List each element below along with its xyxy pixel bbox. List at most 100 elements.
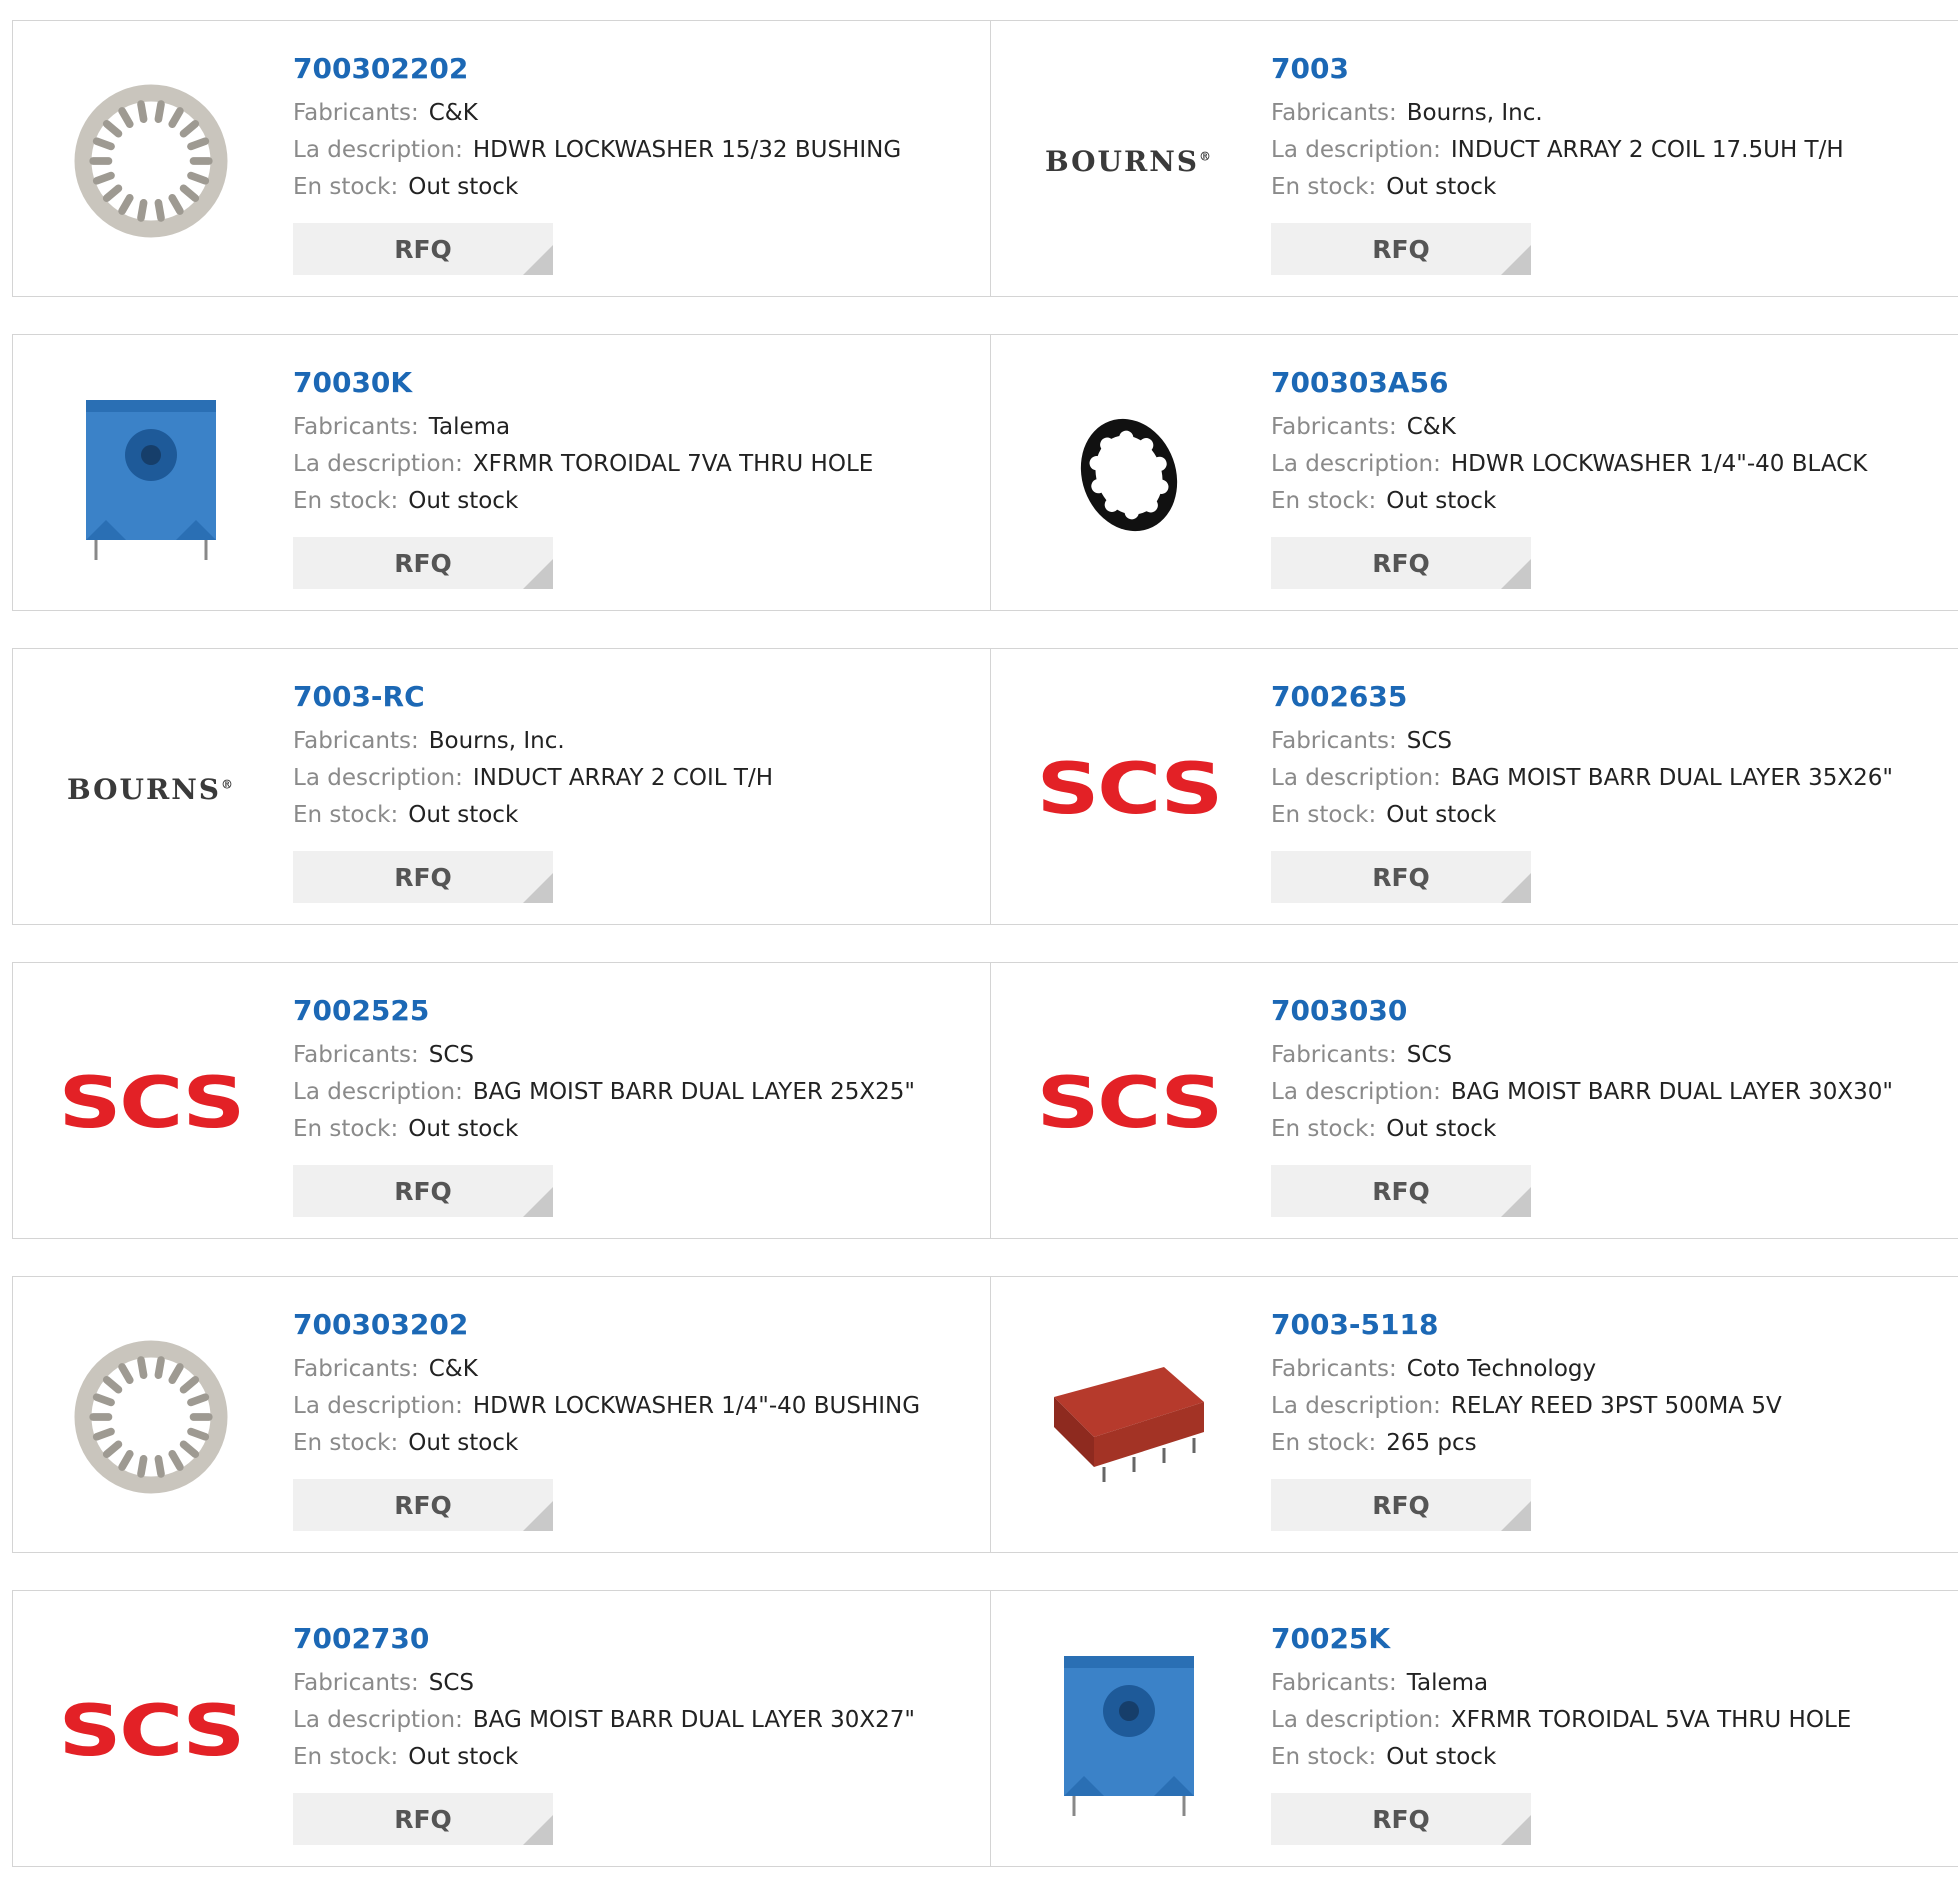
stock-value: Out stock — [408, 488, 519, 514]
rfq-button[interactable]: RFQ — [1271, 1479, 1531, 1531]
product-info: 70030K Fabricants: Talema La description:… — [293, 365, 980, 520]
manufacturer-label: Fabricants: — [293, 1356, 419, 1382]
part-number-link[interactable]: 7002730 — [293, 1621, 980, 1657]
rfq-button[interactable]: RFQ — [1271, 1793, 1531, 1845]
part-number-link[interactable]: 7002635 — [1271, 679, 1948, 715]
description-value: BAG MOIST BARR DUAL LAYER 30X27" — [472, 1707, 916, 1733]
stock-row: En stock: Out stock — [1271, 797, 1948, 834]
part-number-link[interactable]: 70030K — [293, 365, 980, 401]
scs-logo[interactable]: SCS — [1029, 1003, 1229, 1203]
description-label: La description: — [293, 1707, 463, 1733]
relay-red-icon[interactable] — [1029, 1317, 1229, 1517]
manufacturer-label: Fabricants: — [1271, 1042, 1397, 1068]
corner-triangle — [1501, 873, 1531, 903]
rfq-button[interactable]: RFQ — [1271, 851, 1531, 903]
bourns-logo[interactable]: BOURNS® — [1029, 61, 1229, 261]
part-number-link[interactable]: 70025K — [1271, 1621, 1948, 1657]
description-row: La description: BAG MOIST BARR DUAL LAYER… — [1271, 1074, 1948, 1111]
stock-label: En stock: — [1271, 1116, 1377, 1142]
description-label: La description: — [1271, 451, 1441, 477]
part-number-link[interactable]: 700302202 — [293, 51, 980, 87]
description-value: RELAY REED 3PST 500MA 5V — [1450, 1393, 1782, 1419]
manufacturer-row: Fabricants: SCS — [293, 1665, 980, 1702]
rfq-button[interactable]: RFQ — [293, 851, 553, 903]
stock-label: En stock: — [293, 1116, 399, 1142]
product-info: 7003030 Fabricants: SCS La description: BA… — [1271, 993, 1948, 1148]
rfq-button[interactable]: RFQ — [293, 1479, 553, 1531]
product-info: 700303202 Fabricants: C&K La description:… — [293, 1307, 980, 1462]
stock-label: En stock: — [293, 1744, 399, 1770]
manufacturer-label: Fabricants: — [1271, 100, 1397, 126]
product-card: SCS 7002525 Fabricants: SCS La descriptio… — [12, 963, 990, 1238]
manufacturer-row: Fabricants: Coto Technology — [1271, 1351, 1948, 1388]
description-label: La description: — [1271, 1079, 1441, 1105]
part-number-link[interactable]: 7003 — [1271, 51, 1948, 87]
manufacturer-label: Fabricants: — [293, 100, 419, 126]
rfq-label: RFQ — [1372, 862, 1430, 892]
product-row: 70030K Fabricants: Talema La description:… — [12, 334, 1958, 611]
description-row: La description: HDWR LOCKWASHER 15/32 BUS… — [293, 132, 980, 169]
stock-value: Out stock — [408, 1116, 519, 1142]
stock-value: Out stock — [1386, 174, 1497, 200]
stock-row: En stock: Out stock — [293, 483, 980, 520]
part-number-link[interactable]: 7003030 — [1271, 993, 1948, 1029]
lockwasher-silver-icon[interactable] — [51, 1317, 251, 1517]
part-number-link[interactable]: 7003-5118 — [1271, 1307, 1948, 1343]
transformer-blue-icon[interactable] — [51, 375, 251, 575]
product-info: 70025K Fabricants: Talema La description:… — [1271, 1621, 1948, 1776]
corner-triangle — [1501, 559, 1531, 589]
description-row: La description: HDWR LOCKWASHER 1/4"-40 B… — [1271, 446, 1948, 483]
product-info: 700303A56 Fabricants: C&K La description:… — [1271, 365, 1948, 520]
rfq-button[interactable]: RFQ — [1271, 223, 1531, 275]
part-number-link[interactable]: 7002525 — [293, 993, 980, 1029]
rfq-button[interactable]: RFQ — [1271, 537, 1531, 589]
scs-logo[interactable]: SCS — [1029, 689, 1229, 889]
corner-triangle — [1501, 1187, 1531, 1217]
stock-value: 265 pcs — [1386, 1430, 1477, 1456]
product-card: SCS 7002730 Fabricants: SCS La descriptio… — [12, 1591, 990, 1866]
description-value: INDUCT ARRAY 2 COIL T/H — [472, 765, 773, 791]
rfq-label: RFQ — [394, 234, 452, 264]
manufacturer-row: Fabricants: SCS — [1271, 1037, 1948, 1074]
product-row: SCS 7002525 Fabricants: SCS La descriptio… — [12, 962, 1958, 1239]
manufacturer-value: C&K — [428, 100, 478, 126]
rfq-button[interactable]: RFQ — [293, 537, 553, 589]
lockwasher-silver-icon[interactable] — [51, 61, 251, 261]
manufacturer-label: Fabricants: — [293, 1042, 419, 1068]
product-card: SCS 7003030 Fabricants: SCS La descriptio… — [990, 963, 1958, 1238]
product-info: 7003 Fabricants: Bourns, Inc. La descript… — [1271, 51, 1948, 206]
description-value: HDWR LOCKWASHER 15/32 BUSHING — [472, 137, 902, 163]
corner-triangle — [523, 873, 553, 903]
scs-logo[interactable]: SCS — [51, 1631, 251, 1831]
part-number-link[interactable]: 700303A56 — [1271, 365, 1948, 401]
scs-logo-text: SCS — [1036, 1062, 1224, 1144]
manufacturer-row: Fabricants: Bourns, Inc. — [293, 723, 980, 760]
manufacturer-row: Fabricants: C&K — [1271, 409, 1948, 446]
part-number-link[interactable]: 7003-RC — [293, 679, 980, 715]
lockwasher-black-icon[interactable] — [1029, 375, 1229, 575]
bourns-logo-text: BOURNS® — [66, 772, 236, 806]
manufacturer-value: Coto Technology — [1406, 1356, 1597, 1382]
manufacturer-value: C&K — [428, 1356, 478, 1382]
stock-row: En stock: Out stock — [1271, 1739, 1948, 1776]
rfq-button[interactable]: RFQ — [293, 1793, 553, 1845]
transformer-blue-icon[interactable] — [1029, 1631, 1229, 1831]
description-value: BAG MOIST BARR DUAL LAYER 25X25" — [472, 1079, 916, 1105]
manufacturer-row: Fabricants: SCS — [293, 1037, 980, 1074]
rfq-button[interactable]: RFQ — [293, 1165, 553, 1217]
stock-value: Out stock — [1386, 488, 1497, 514]
description-label: La description: — [1271, 1393, 1441, 1419]
scs-logo[interactable]: SCS — [51, 1003, 251, 1203]
product-grid: 700302202 Fabricants: C&K La description:… — [12, 20, 1958, 1904]
description-label: La description: — [1271, 137, 1441, 163]
bourns-logo[interactable]: BOURNS® — [51, 689, 251, 889]
manufacturer-value: Bourns, Inc. — [428, 728, 565, 754]
part-number-link[interactable]: 700303202 — [293, 1307, 980, 1343]
rfq-button[interactable]: RFQ — [293, 223, 553, 275]
manufacturer-row: Fabricants: C&K — [293, 95, 980, 132]
stock-value: Out stock — [408, 1744, 519, 1770]
description-value: BAG MOIST BARR DUAL LAYER 35X26" — [1450, 765, 1894, 791]
manufacturer-value: SCS — [428, 1042, 474, 1068]
stock-label: En stock: — [293, 488, 399, 514]
rfq-button[interactable]: RFQ — [1271, 1165, 1531, 1217]
